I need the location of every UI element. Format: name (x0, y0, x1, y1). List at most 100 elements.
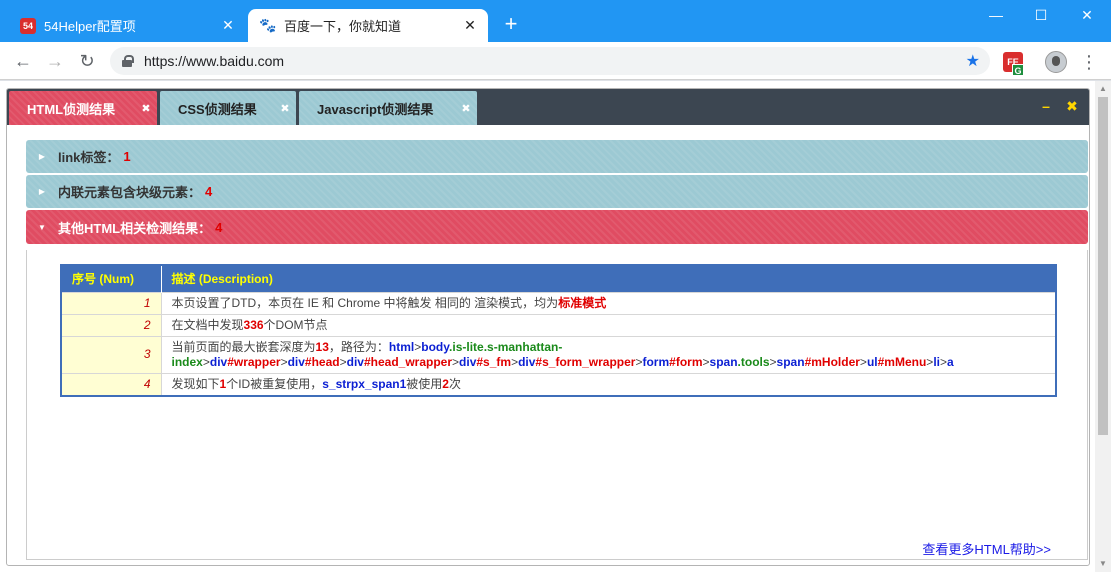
chevron-down-icon: ▼ (38, 222, 46, 232)
close-icon[interactable]: ✖ (278, 102, 292, 115)
table-row: 4 发现如下1个ID被重复使用，s_strpx_span1被使用2次 (61, 372, 1056, 396)
description-segment: #head (304, 354, 340, 369)
description-segment: #s_form_wrapper (535, 354, 636, 369)
description-segment: div (287, 354, 305, 369)
scroll-thumb[interactable] (1098, 97, 1108, 435)
description-segment: 被使用 (406, 376, 443, 391)
description-segment: #form (669, 354, 703, 369)
description-segment: 2 (442, 376, 449, 391)
column-header-num: 序号 (Num) (61, 265, 162, 292)
description-segment: #wrapper (227, 354, 281, 369)
url-text[interactable]: https://www.baidu.com (144, 53, 966, 69)
description-segment: #head_wrapper (363, 354, 453, 369)
description-segment: #mHolder (804, 354, 860, 369)
tab-label: CSS侦测结果 (178, 101, 257, 117)
description-segment: 当前页面的最大嵌套深度为 (171, 339, 316, 354)
accordion-other-html[interactable]: ▼ 其他HTML相关检测结果： 4 (26, 210, 1088, 244)
more-html-help-link[interactable]: 查看更多HTML帮助>> (922, 539, 1051, 558)
maximize-window-button[interactable]: ☐ (1021, 4, 1061, 26)
close-icon[interactable]: ✖ (459, 102, 473, 115)
more-menu-icon[interactable]: ⋮ (1080, 51, 1098, 73)
tab-html-results[interactable]: HTML侦测结果 ✖ (9, 91, 157, 125)
description-segment: > (339, 354, 347, 369)
tab-label: 百度一下，你就知道 (284, 19, 402, 34)
description-segment: 个ID被重复使用， (226, 376, 323, 391)
browser-toolbar: ← → ↻ https://www.baidu.com ★ FE G ⋮ (0, 42, 1111, 80)
description-segment: form (642, 354, 670, 369)
close-icon[interactable]: ✕ (218, 17, 238, 34)
row-number: 4 (61, 372, 162, 396)
accordion-count: 4 (215, 219, 223, 235)
tab-javascript-results[interactable]: Javascript侦测结果 ✖ (299, 91, 477, 125)
browser-tab-baidu[interactable]: 🐾 百度一下，你就知道 ✕ (248, 9, 488, 42)
description-segment: ，路径为： (328, 339, 389, 354)
page-scrollbar[interactable]: ▲ ▼ (1095, 81, 1111, 572)
close-icon[interactable]: ✕ (460, 17, 480, 34)
description-segment: div (209, 354, 228, 369)
description-segment: #mMenu (877, 354, 927, 369)
profile-avatar[interactable] (1045, 51, 1067, 73)
chevron-right-icon: ▶ (38, 187, 46, 196)
description-segment: 336 (243, 317, 264, 332)
address-bar[interactable]: https://www.baidu.com ★ (110, 47, 990, 75)
row-number: 1 (61, 291, 162, 314)
description-segment: span (709, 354, 738, 369)
description-segment: body (421, 339, 450, 354)
minimize-window-button[interactable]: — (976, 4, 1016, 26)
description-segment: s_strpx_span1 (322, 376, 407, 391)
row-number: 3 (61, 335, 162, 373)
description-segment: > (280, 354, 288, 369)
description-segment: ul (866, 354, 878, 369)
browser-titlebar: 54 54Helper配置项 ✕ 🐾 百度一下，你就知道 ✕ + — ☐ ✕ (0, 0, 1111, 42)
results-table: 序号 (Num) 描述 (Description) 1 本页设置了DTD，本页在 … (60, 264, 1057, 397)
scroll-up-arrow-icon[interactable]: ▲ (1098, 84, 1108, 94)
back-arrow-icon[interactable]: ← (11, 49, 35, 73)
scroll-down-arrow-icon[interactable]: ▼ (1098, 559, 1108, 569)
close-window-button[interactable]: ✕ (1067, 4, 1107, 26)
description-segment: > (859, 354, 867, 369)
helper-favicon-icon: 54 (20, 17, 36, 34)
description-segment: span (776, 354, 805, 369)
description-segment: > (202, 354, 210, 369)
description-segment: > (769, 354, 777, 369)
page-viewport: HTML侦测结果 ✖ CSS侦测结果 ✖ Javascript侦测结果 ✖ – … (0, 81, 1111, 572)
bookmark-star-icon[interactable]: ★ (966, 51, 980, 71)
description-segment: a (947, 354, 954, 369)
row-number: 2 (61, 313, 162, 336)
description-segment: div (518, 354, 536, 369)
table-row: 1 本页设置了DTD，本页在 IE 和 Chrome 中将触发 相同的 渲染模式，… (61, 291, 1056, 314)
close-icon[interactable]: ✖ (139, 102, 153, 115)
description-segment: > (452, 354, 460, 369)
description-segment: 标准模式 (558, 295, 607, 310)
accordion-label: 内联元素包含块级元素： (58, 185, 202, 200)
tab-css-results[interactable]: CSS侦测结果 ✖ (160, 91, 296, 125)
description-segment: 本页设置了DTD，本页在 IE 和 Chrome 中将触发 相同的 渲染模式，均… (171, 295, 559, 310)
detection-panel: HTML侦测结果 ✖ CSS侦测结果 ✖ Javascript侦测结果 ✖ – … (6, 88, 1090, 566)
row-description: 发现如下1个ID被重复使用，s_strpx_span1被使用2次 (161, 372, 1056, 396)
description-segment: #s_fm (476, 354, 512, 369)
tab-label: Javascript侦测结果 (317, 101, 434, 117)
description-segment: .tools (737, 354, 770, 369)
forward-arrow-icon[interactable]: → (43, 49, 67, 73)
extension-badge: G (1012, 64, 1024, 76)
tab-label: 54Helper配置项 (44, 19, 136, 34)
row-description: 当前页面的最大嵌套深度为13，路径为：html>body.is-lite.s-m… (161, 335, 1056, 373)
reload-icon[interactable]: ↻ (75, 49, 99, 73)
table-header-row: 序号 (Num) 描述 (Description) (61, 265, 1057, 292)
accordion-count: 1 (123, 149, 131, 164)
description-segment: div (459, 354, 477, 369)
description-segment: > (702, 354, 710, 369)
description-segment: li (933, 354, 940, 369)
browser-tab-54helper[interactable]: 54 54Helper配置项 ✕ (8, 9, 246, 42)
accordion-count: 4 (205, 184, 213, 199)
row-description: 在文档中发现336个DOM节点 (161, 313, 1056, 336)
accordion-inline-block[interactable]: ▶ 内联元素包含块级元素： 4 (26, 175, 1088, 208)
description-segment: 13 (315, 339, 329, 354)
new-tab-button[interactable]: + (500, 13, 522, 36)
description-segment: 在文档中发现 (171, 317, 244, 332)
minimize-panel-icon[interactable]: – (1039, 98, 1053, 114)
accordion-link-tags[interactable]: ▶ link标签： 1 (26, 140, 1088, 173)
close-panel-icon[interactable]: ✖ (1065, 98, 1079, 114)
description-segment: 次 (448, 376, 461, 391)
description-segment: 发现如下 (171, 376, 220, 391)
